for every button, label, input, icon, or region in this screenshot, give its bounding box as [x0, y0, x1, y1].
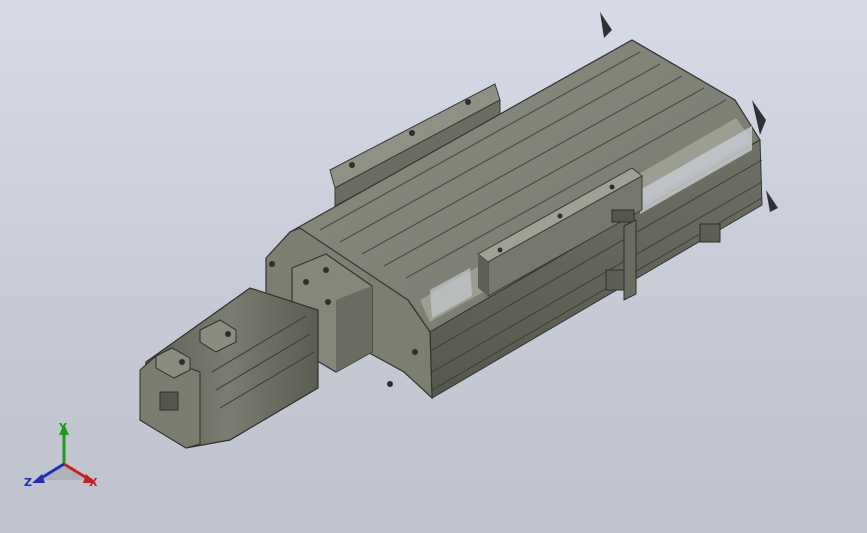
z-axis-label: Z [24, 476, 32, 489]
coordinate-triad: Y X Z [22, 420, 108, 500]
x-axis-label: X [89, 476, 98, 489]
y-axis-label: Y [59, 421, 67, 434]
linear-module-model[interactable] [0, 0, 867, 533]
servo-motor[interactable] [139, 287, 319, 449]
graphics-viewport[interactable]: Y X Z [0, 0, 867, 533]
